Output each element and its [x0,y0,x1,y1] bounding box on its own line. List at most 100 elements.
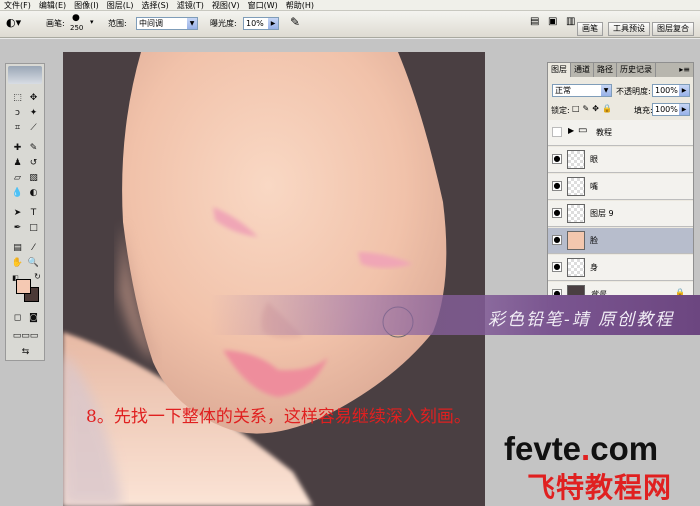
tab-tool-presets[interactable]: 工具预设 [608,22,650,36]
eye-icon[interactable]: ● [552,154,562,164]
tab-paths[interactable]: 路径 [594,63,617,77]
menu-select[interactable]: 选择(S) [137,0,172,11]
shape-tool-icon[interactable]: □ [26,222,41,235]
move-tool-icon[interactable]: ✥ [26,92,41,105]
layer-thumbnail [567,204,585,223]
layer-name: 图层 9 [590,209,614,218]
layer-comps-icon[interactable]: ▥ [566,16,575,27]
tab-history[interactable]: 历史记录 [617,63,656,77]
chevron-right-icon: ▶ [679,104,689,115]
layer-row-group[interactable]: ▶ ▭ 教程 [548,120,693,146]
watermark-fevte: fevte.com [504,430,658,468]
brush-tool-icon[interactable]: ✎ [26,142,41,155]
layer-row[interactable]: ● 眼 [548,147,693,173]
eye-icon[interactable]: ● [552,208,562,218]
face-painting [63,52,447,506]
history-brush-tool-icon[interactable]: ↺ [26,157,41,170]
screen-mode-icon[interactable]: ▭▭▭ [8,330,43,343]
layer-row-active[interactable]: ● 脸 [548,228,693,254]
layer-row[interactable]: ● 身 [548,255,693,281]
layer-name: 教程 [596,128,612,137]
dodge-tool-icon[interactable]: ◐▾ [6,16,21,29]
step-caption: 8。先找一下整体的关系，这样容易继续深入刻画。 [86,407,471,427]
marquee-tool-icon[interactable]: ⬚ [10,92,25,105]
menu-layer[interactable]: 图层(L) [103,0,138,11]
photoshop-feather-logo [8,66,42,84]
layer-thumbnail [567,177,585,196]
menu-bar: 文件(F) 编辑(E) 图像(I) 图层(L) 选择(S) 滤镜(T) 视图(V… [0,0,700,11]
jump-to-imageready-icon[interactable]: ⇆ [8,346,43,359]
menu-window[interactable]: 窗口(W) [244,0,282,11]
gradient-tool-icon[interactable]: ▧ [26,172,41,185]
watermark-cn: 飞特教程网 [527,472,673,503]
quick-mask-mode-icon[interactable]: ◙ [26,312,41,325]
document-canvas[interactable] [63,52,485,506]
layer-name: 眼 [590,155,598,164]
eye-icon[interactable]: ● [552,262,562,272]
layer-thumbnail [567,150,585,169]
dodge-tool-icon[interactable]: ◐ [26,187,41,200]
chevron-right-icon: ▶ [268,18,278,29]
palette-well-icon[interactable]: ▤ [530,16,539,27]
menu-file[interactable]: 文件(F) [0,0,35,11]
eyedropper-tool-icon[interactable]: ⁄ [26,242,41,255]
folder-icon: ▭ [578,125,588,136]
menu-help[interactable]: 帮助(H) [282,0,318,11]
brush-dropdown-arrow-icon[interactable]: ▾ [90,18,94,26]
layers-panel: 图层 通道 路径 历史记录 ▸≡ 正常 ▼ 不透明度: 100% ▶ 锁定: □… [547,62,694,308]
panel-menu-icon[interactable]: ▸≡ [679,65,690,74]
menu-filter[interactable]: 滤镜(T) [173,0,208,11]
visibility-toggle-off[interactable] [552,127,562,137]
clone-stamp-tool-icon[interactable]: ♟ [10,157,25,170]
menu-image[interactable]: 图像(I) [70,0,103,11]
tab-brushes[interactable]: 画笔 [577,22,603,36]
blend-mode-value: 正常 [555,86,571,95]
path-selection-tool-icon[interactable]: ➤ [10,207,25,220]
layer-thumbnail [567,231,585,250]
menu-edit[interactable]: 编辑(E) [35,0,70,11]
blur-tool-icon[interactable]: 💧 [10,187,25,200]
exposure-input[interactable]: 10% ▶ [243,17,279,30]
tab-channels[interactable]: 通道 [571,63,594,77]
layer-name: 嘴 [590,182,598,191]
blend-mode-select[interactable]: 正常 ▼ [552,84,612,97]
tab-layers[interactable]: 图层 [548,63,571,77]
tab-layer-comps[interactable]: 图层复合 [652,22,694,36]
zoom-tool-icon[interactable]: 🔍 [26,257,41,270]
opacity-input[interactable]: 100% ▶ [652,84,690,97]
watermark-en-b: com [590,430,659,467]
standard-mode-icon[interactable]: ◻ [10,312,25,325]
foreground-color-swatch[interactable] [16,279,31,294]
layer-name: 脸 [590,236,598,245]
healing-brush-tool-icon[interactable]: ✚ [10,142,25,155]
expand-triangle-icon[interactable]: ▶ [568,126,574,135]
layer-thumbnail [567,258,585,277]
eye-icon[interactable]: ● [552,235,562,245]
eye-icon[interactable]: ● [552,181,562,191]
fill-input[interactable]: 100% ▶ [652,103,690,116]
watermark-en-a: fevte [504,430,582,467]
layer-row[interactable]: ● 图层 9 [548,201,693,227]
hand-tool-icon[interactable]: ✋ [10,257,25,270]
chevron-right-icon: ▶ [679,85,689,96]
opacity-label: 不透明度: [616,87,651,96]
crop-tool-icon[interactable]: ⌗ [10,122,25,135]
swap-colors-icon[interactable]: ↻ [30,270,45,283]
brush-preset-icon[interactable]: ● [72,13,80,23]
notes-tool-icon[interactable]: ▤ [10,242,25,255]
range-select[interactable]: 中间调 ▼ [136,17,198,30]
pen-tool-icon[interactable]: ✒ [10,222,25,235]
exposure-label: 曝光度: [210,19,237,28]
magic-wand-tool-icon[interactable]: ✦ [26,107,41,120]
lock-options-icon[interactable]: □✎✥🔒 [572,104,615,113]
type-tool-icon[interactable]: T [26,207,41,220]
slice-tool-icon[interactable]: ⟋ [26,122,41,135]
options-bar: ◐▾ 画笔: ● 250 ▾ 范围: 中间调 ▼ 曝光度: 10% ▶ ✎ ▤ … [0,11,700,38]
lasso-tool-icon[interactable]: ↄ [10,107,25,120]
eraser-tool-icon[interactable]: ▱ [10,172,25,185]
tool-presets-icon[interactable]: ▣ [548,16,557,27]
watermark-en-dot: . [581,430,591,467]
layer-row[interactable]: ● 嘴 [548,174,693,200]
menu-view[interactable]: 视图(V) [208,0,244,11]
airbrush-icon[interactable]: ✎ [290,15,300,29]
